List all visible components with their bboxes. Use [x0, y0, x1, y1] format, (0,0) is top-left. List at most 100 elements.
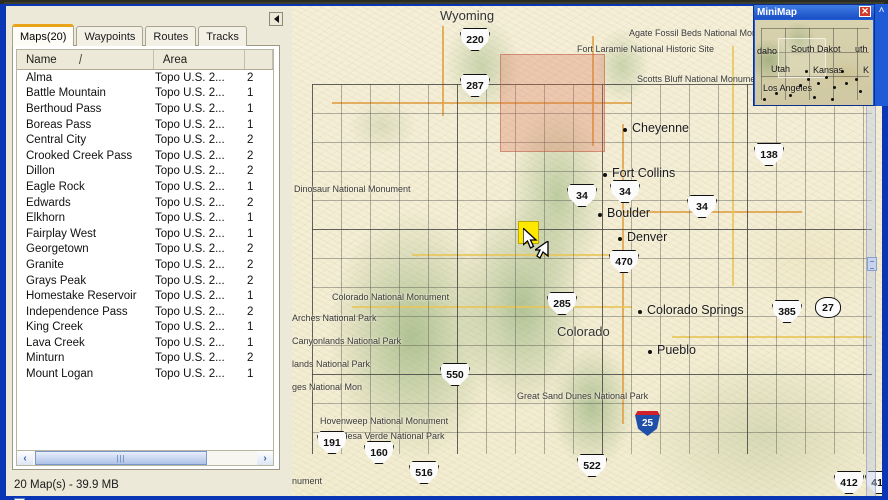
table-row[interactable]: Edwards Topo U.S. 2... 2 — [17, 195, 273, 211]
column-header-area[interactable]: Area — [154, 50, 246, 69]
cell-area: Topo U.S. 2... — [155, 243, 225, 256]
hscroll-left-arrow[interactable]: ‹ — [17, 451, 33, 465]
hscroll-track[interactable]: ||| — [33, 451, 257, 465]
collapse-panel-button[interactable] — [269, 12, 283, 26]
highway-shield[interactable]: 287 — [460, 74, 490, 97]
highway-shield[interactable]: 160 — [364, 441, 394, 464]
minimap-label: K — [863, 65, 870, 75]
highway-shield[interactable]: 191 — [317, 431, 347, 454]
table-row[interactable]: Boreas Pass Topo U.S. 2... 1 — [17, 117, 273, 133]
minimap-label: South Dakot — [791, 44, 841, 54]
cell-area: Topo U.S. 2... — [155, 258, 225, 271]
cell-area: Topo U.S. 2... — [155, 305, 225, 318]
table-row[interactable]: King Creek Topo U.S. 2... 1 — [17, 320, 273, 336]
cell-size: 2 — [247, 134, 254, 147]
table-row[interactable]: Alma Topo U.S. 2... 2 — [17, 70, 273, 86]
shield-number: 287 — [466, 79, 484, 92]
tab-routes[interactable]: Routes — [145, 26, 197, 46]
table-row[interactable]: Mount Logan Topo U.S. 2... 1 — [17, 366, 273, 382]
cell-size: 2 — [247, 243, 254, 256]
hscroll-right-arrow[interactable]: › — [257, 451, 273, 465]
shield-number: 550 — [446, 368, 464, 381]
table-row[interactable]: Homestake Reservoir Topo U.S. 2... 1 — [17, 288, 273, 304]
shield-number: 138 — [760, 148, 778, 161]
table-row[interactable]: Fairplay West Topo U.S. 2... 1 — [17, 226, 273, 242]
table-row[interactable]: Grays Peak Topo U.S. 2... 2 — [17, 273, 273, 289]
table-row[interactable]: Dillon Topo U.S. 2... 2 — [17, 164, 273, 180]
cell-size: 1 — [247, 102, 254, 115]
cell-name: Elkhorn — [26, 212, 65, 225]
cell-area: Topo U.S. 2... — [155, 71, 225, 84]
shield-number: 522 — [583, 459, 601, 472]
highway-shield[interactable]: 34 — [567, 184, 597, 207]
highway-shield[interactable]: 285 — [547, 292, 577, 315]
table-row[interactable]: Minturn Topo U.S. 2... 2 — [17, 351, 273, 367]
highway-shield[interactable]: 34 — [687, 195, 717, 218]
minimap-canvas[interactable]: daho South Dakot uth Utah Kansas K Los Angeles — [755, 20, 873, 105]
tab-maps[interactable]: Maps(20) — [12, 24, 75, 46]
hscroll-thumb[interactable]: ||| — [35, 451, 207, 465]
highway-shield[interactable]: 220 — [460, 28, 490, 51]
drag-handle-icon — [535, 241, 549, 259]
minimap-title-label: MiniMap — [757, 6, 797, 18]
minimap-expand-button[interactable]: ˄ — [875, 4, 888, 106]
cell-area: Topo U.S. 2... — [155, 149, 225, 162]
minimap-window[interactable]: MiniMap ✕ daho South Dakot uth Utah Kansas K L… — [753, 4, 875, 106]
minimap-label: uth — [855, 44, 868, 54]
cell-name: Grays Peak — [26, 274, 87, 287]
table-row[interactable]: Granite Topo U.S. 2... 2 — [17, 257, 273, 273]
table-row[interactable]: Elkhorn Topo U.S. 2... 1 — [17, 210, 273, 226]
cell-size: 1 — [247, 290, 254, 303]
highway-shield[interactable]: 385 — [772, 300, 802, 323]
shield-number: 160 — [370, 446, 388, 459]
interstate-shield-body: 25 — [635, 415, 660, 436]
highway-shield[interactable]: 412 — [834, 471, 864, 494]
shield-number: 191 — [323, 436, 341, 449]
table-row[interactable]: Central City Topo U.S. 2... 2 — [17, 132, 273, 148]
tab-waypoints[interactable]: Waypoints — [76, 26, 144, 46]
highway-shield[interactable]: 27 — [815, 297, 841, 318]
highway-shield[interactable]: 470 — [609, 250, 639, 273]
close-icon[interactable]: ✕ — [859, 6, 871, 17]
cell-area: Topo U.S. 2... — [155, 102, 225, 115]
maps-list-inner: Name / Area Alma Topo U.S. 2... 2 Battle Mo… — [16, 49, 274, 451]
highway-shield[interactable]: 522 — [577, 454, 607, 477]
shield-number: 34 — [619, 185, 631, 198]
column-header-name-label: Name — [26, 53, 57, 66]
table-row[interactable]: Lava Creek Topo U.S. 2... 1 — [17, 335, 273, 351]
table-row[interactable]: Crooked Creek Pass Topo U.S. 2... 2 — [17, 148, 273, 164]
interstate-shield[interactable]: 25 — [635, 411, 660, 436]
cell-name: Berthoud Pass — [26, 102, 102, 115]
table-row[interactable]: Eagle Rock Topo U.S. 2... 1 — [17, 179, 273, 195]
cell-name: Lava Creek — [26, 336, 85, 349]
highway-shield[interactable]: 138 — [754, 143, 784, 166]
cell-area: Topo U.S. 2... — [155, 180, 225, 193]
maps-list-container: Name / Area Alma Topo U.S. 2... 2 Battle Mo… — [12, 45, 280, 470]
cell-name: Granite — [26, 258, 64, 271]
highway-shield[interactable]: 550 — [440, 363, 470, 386]
column-header-size[interactable] — [245, 50, 273, 69]
cell-size: 1 — [247, 321, 254, 334]
tab-tracks[interactable]: Tracks — [198, 26, 247, 46]
table-row[interactable]: Georgetown Topo U.S. 2... 2 — [17, 242, 273, 258]
cell-name: Homestake Reservoir — [26, 290, 137, 303]
cell-name: Crooked Creek Pass — [26, 149, 133, 162]
map-vscroll-thumb[interactable] — [867, 257, 877, 271]
table-row[interactable]: Berthoud Pass Topo U.S. 2... 1 — [17, 101, 273, 117]
panel-tabbar: Maps(20) Waypoints Routes Tracks — [12, 24, 249, 46]
highway-shield[interactable]: 516 — [409, 461, 439, 484]
cell-size: 2 — [247, 165, 254, 178]
cell-size: 1 — [247, 212, 254, 225]
cell-name: Boreas Pass — [26, 118, 92, 131]
cell-name: Dillon — [26, 165, 55, 178]
highway-shield[interactable]: 34 — [610, 180, 640, 203]
table-row[interactable]: Independence Pass Topo U.S. 2... 2 — [17, 304, 273, 320]
minimap-titlebar[interactable]: MiniMap ✕ — [754, 5, 874, 19]
maps-list-hscrollbar[interactable]: ‹ ||| › — [16, 450, 274, 466]
table-row[interactable]: Battle Mountain Topo U.S. 2... 1 — [17, 86, 273, 102]
column-header-name[interactable]: Name / — [17, 50, 154, 69]
minimap-city-dot — [845, 82, 848, 85]
chevron-left-icon — [273, 15, 279, 23]
minimap-city-dot — [799, 84, 802, 87]
hscroll-grip-icon: ||| — [116, 453, 126, 463]
